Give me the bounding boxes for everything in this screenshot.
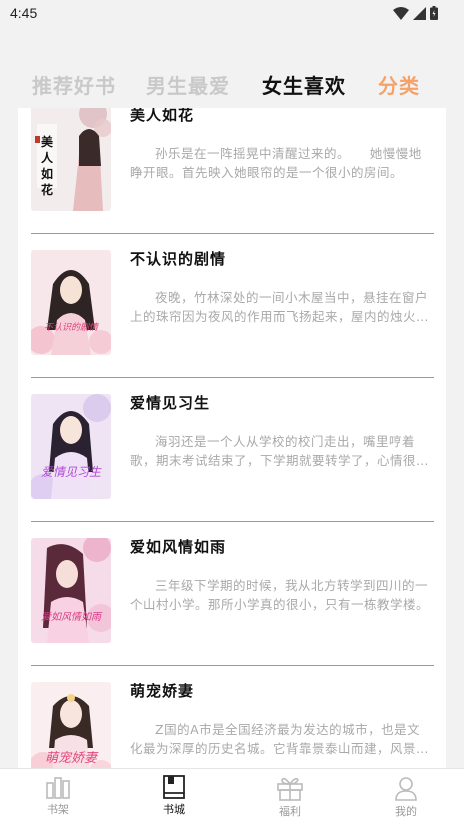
book-list-container[interactable]: 美 人 如 花 美人如花 孙乐是在一阵摇晃中清醒过来的。 她慢慢地睁开眼。首先映… bbox=[18, 108, 446, 768]
book-title: 爱情见习生 bbox=[130, 394, 211, 412]
tab-female-favorites[interactable]: 女生喜欢 bbox=[262, 70, 346, 99]
book-title: 爱如风情如雨 bbox=[130, 538, 227, 556]
signal-icon bbox=[413, 6, 426, 20]
book-cover: 不认识的剧情 bbox=[31, 250, 111, 355]
list-item[interactable]: 爱如风情如雨 爱如风情如雨 三年级下学期的时候，我从北方转学到四川的一个山村小学… bbox=[31, 522, 434, 666]
nav-welfare[interactable]: 福利 bbox=[250, 773, 330, 825]
svg-text:如: 如 bbox=[41, 166, 53, 181]
category-tabs: 推荐好书 男生最爱 女生喜欢 分类 bbox=[0, 64, 464, 108]
book-title: 不认识的剧情 bbox=[130, 250, 227, 268]
nav-profile[interactable]: 我的 bbox=[366, 773, 446, 825]
svg-text:萌宠娇妻: 萌宠娇妻 bbox=[45, 751, 99, 766]
book-list: 美 人 如 花 美人如花 孙乐是在一阵摇晃中清醒过来的。 她慢慢地睁开眼。首先映… bbox=[18, 108, 446, 768]
list-item[interactable]: 爱情见习生 爱情见习生 海羽还是一个人从学校的校门走出，嘴里哼着歌，期末考试结束… bbox=[31, 378, 434, 522]
nav-bookstore[interactable]: 书城 bbox=[134, 773, 214, 825]
book-title: 美人如花 bbox=[130, 108, 195, 124]
book-cover: 爱如风情如雨 bbox=[31, 538, 111, 643]
book-cover: 萌宠娇妻 bbox=[31, 682, 111, 768]
book-title: 萌宠娇妻 bbox=[130, 682, 195, 700]
nav-bookshelf[interactable]: 书架 bbox=[18, 773, 98, 825]
book-description: 夜晚，竹林深处的一间小木屋当中，悬挂在窗户上的珠帘因为夜风的作用而飞扬起来，屋内… bbox=[130, 290, 430, 324]
nav-label: 书架 bbox=[47, 803, 69, 816]
book-description: Z国的A市是全国经济最为发达的城市，也是文化最为深厚的历史名城。它背靠景泰山而建… bbox=[130, 722, 430, 756]
nav-label: 我的 bbox=[395, 805, 417, 818]
bottom-navigation: 书架 书城 福利 我的 bbox=[0, 768, 464, 825]
tab-male-favorites[interactable]: 男生最爱 bbox=[146, 70, 230, 99]
tab-categories[interactable]: 分类 bbox=[378, 70, 420, 99]
battery-icon bbox=[430, 6, 438, 20]
book-description: 孙乐是在一阵摇晃中清醒过来的。 她慢慢地睁开眼。首先映入她眼帘的是一个很小的房间… bbox=[130, 146, 422, 180]
tab-recommended[interactable]: 推荐好书 bbox=[32, 70, 116, 99]
list-item[interactable]: 不认识的剧情 不认识的剧情 夜晚，竹林深处的一间小木屋当中，悬挂在窗户上的珠帘因… bbox=[31, 234, 434, 378]
nav-label: 书城 bbox=[163, 803, 185, 816]
wifi-icon bbox=[393, 6, 409, 20]
book-description: 三年级下学期的时候，我从北方转学到四川的一个山村小学。那所小学真的很小，只有一栋… bbox=[130, 578, 430, 612]
svg-text:美: 美 bbox=[41, 134, 54, 149]
svg-text:不认识的剧情: 不认识的剧情 bbox=[44, 322, 100, 333]
status-bar: 4:45 bbox=[0, 0, 464, 28]
gift-icon bbox=[277, 777, 303, 801]
nav-label: 福利 bbox=[279, 805, 301, 818]
book-cover: 美 人 如 花 bbox=[31, 108, 111, 211]
svg-text:爱如风情如雨: 爱如风情如雨 bbox=[41, 611, 103, 623]
user-icon bbox=[395, 777, 417, 801]
status-time: 4:45 bbox=[10, 5, 38, 21]
status-icons bbox=[393, 6, 438, 20]
bookshelf-icon bbox=[46, 777, 70, 799]
svg-text:花: 花 bbox=[41, 182, 53, 197]
list-item[interactable]: 美 人 如 花 美人如花 孙乐是在一阵摇晃中清醒过来的。 她慢慢地睁开眼。首先映… bbox=[31, 108, 434, 234]
list-item[interactable]: 萌宠娇妻 萌宠娇妻 Z国的A市是全国经济最为发达的城市，也是文化最为深厚的历史名… bbox=[31, 666, 434, 768]
svg-text:爱情见习生: 爱情见习生 bbox=[41, 465, 102, 479]
book-icon bbox=[163, 775, 185, 799]
svg-text:人: 人 bbox=[41, 150, 54, 165]
book-description: 海羽还是一个人从学校的校门走出，嘴里哼着歌，期末考试结束了，下学期就要转学了，心… bbox=[130, 434, 417, 468]
book-cover: 爱情见习生 bbox=[31, 394, 111, 499]
